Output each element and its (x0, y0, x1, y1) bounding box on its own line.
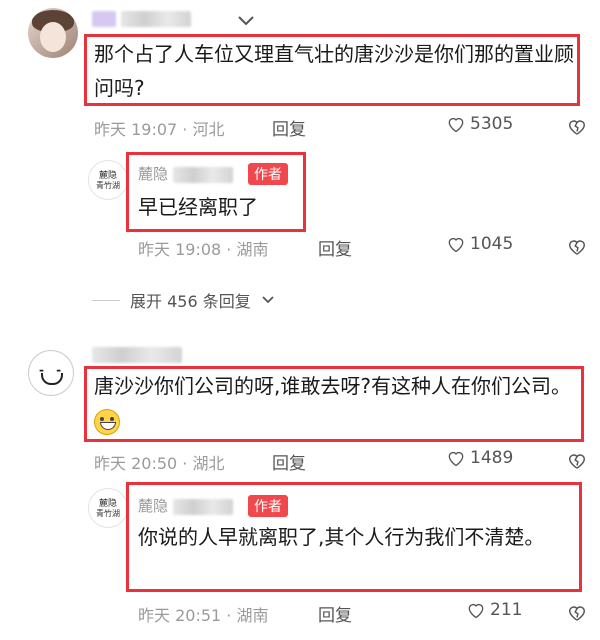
author-avatar[interactable]: 麓隐 青竹湖 (88, 488, 128, 528)
like-count: 211 (490, 600, 523, 620)
comment-meta: 昨天 19:07 · 河北 (94, 116, 225, 140)
comment-text-content: 唐沙沙你们公司的呀,谁敢去呀?有这种人在你们公司。 (94, 374, 571, 398)
meta-separator: · (182, 120, 188, 139)
comment-meta: 昨天 19:08 · 湖南 (138, 236, 269, 260)
heart-outline-icon (238, 16, 254, 26)
like-button[interactable]: 5305 (446, 114, 513, 134)
heart-outline-icon (448, 117, 464, 133)
comment-text: 早已经离职了 (138, 195, 258, 219)
username[interactable] (92, 8, 192, 27)
author-avatar[interactable]: 麓隐 青竹湖 (88, 160, 128, 200)
comment-time: 昨天 20:50 (94, 454, 178, 473)
username-blur (92, 346, 182, 363)
comment-text: 唐沙沙你们公司的呀,谁敢去呀?有这种人在你们公司。 (94, 369, 578, 437)
reply-button[interactable]: 回复 (318, 601, 352, 626)
like-count: 5305 (470, 114, 514, 134)
heart-broken-icon[interactable] (566, 116, 588, 136)
comment-location: 河北 (192, 120, 225, 139)
heart-outline-icon (448, 237, 464, 253)
author-logo-subtext: 青竹湖 (96, 509, 120, 518)
heart-broken-icon[interactable] (566, 236, 588, 256)
like-button[interactable]: 211 (466, 600, 522, 620)
avatar-face (40, 22, 66, 52)
reply-button[interactable]: 回复 (318, 235, 352, 260)
username-emoji-blur (92, 10, 116, 27)
meta-separator: · (182, 454, 188, 473)
like-count: 1489 (470, 448, 514, 468)
comment-text: 你说的人早就离职了,其个人行为我们不清楚。 (138, 525, 545, 549)
reply-button[interactable]: 回复 (272, 115, 306, 140)
chevron-down-icon (262, 296, 274, 304)
expand-replies-label: 展开 456 条回复 (130, 292, 251, 311)
grin-emoji-icon (94, 408, 120, 435)
user-avatar[interactable]: - - (28, 350, 74, 396)
like-button[interactable]: 1489 (446, 448, 513, 468)
username[interactable] (92, 344, 182, 363)
like-count: 1045 (470, 234, 514, 254)
comment-location: 湖北 (192, 454, 225, 473)
meta-separator: · (226, 240, 232, 259)
comment-time: 昨天 20:51 (138, 606, 222, 625)
user-avatar[interactable] (28, 8, 78, 58)
heart-broken-icon[interactable] (566, 602, 588, 622)
username-blur (121, 10, 192, 27)
avatar-mouth (41, 373, 63, 385)
comment-time: 昨天 19:07 (94, 120, 178, 139)
author-logo-subtext: 青竹湖 (96, 181, 120, 190)
like-button[interactable]: 1045 (446, 234, 513, 254)
expand-replies-button[interactable]: 展开 456 条回复 (92, 288, 275, 312)
heart-outline-icon (468, 603, 484, 619)
divider-line (92, 299, 120, 301)
reply-button[interactable]: 回复 (272, 449, 306, 474)
comment-text: 那个占了人车位又理直气壮的唐沙沙是你们那的置业顾问吗? (94, 42, 574, 100)
heart-broken-icon[interactable] (566, 450, 588, 470)
comment-location: 湖南 (236, 240, 269, 259)
comment-meta: 昨天 20:50 · 湖北 (94, 450, 225, 474)
comment-location: 湖南 (236, 606, 269, 625)
comment-time: 昨天 19:08 (138, 240, 222, 259)
comment-meta: 昨天 20:51 · 湖南 (138, 602, 269, 626)
heart-outline-icon (448, 451, 464, 467)
meta-separator: · (226, 606, 232, 625)
